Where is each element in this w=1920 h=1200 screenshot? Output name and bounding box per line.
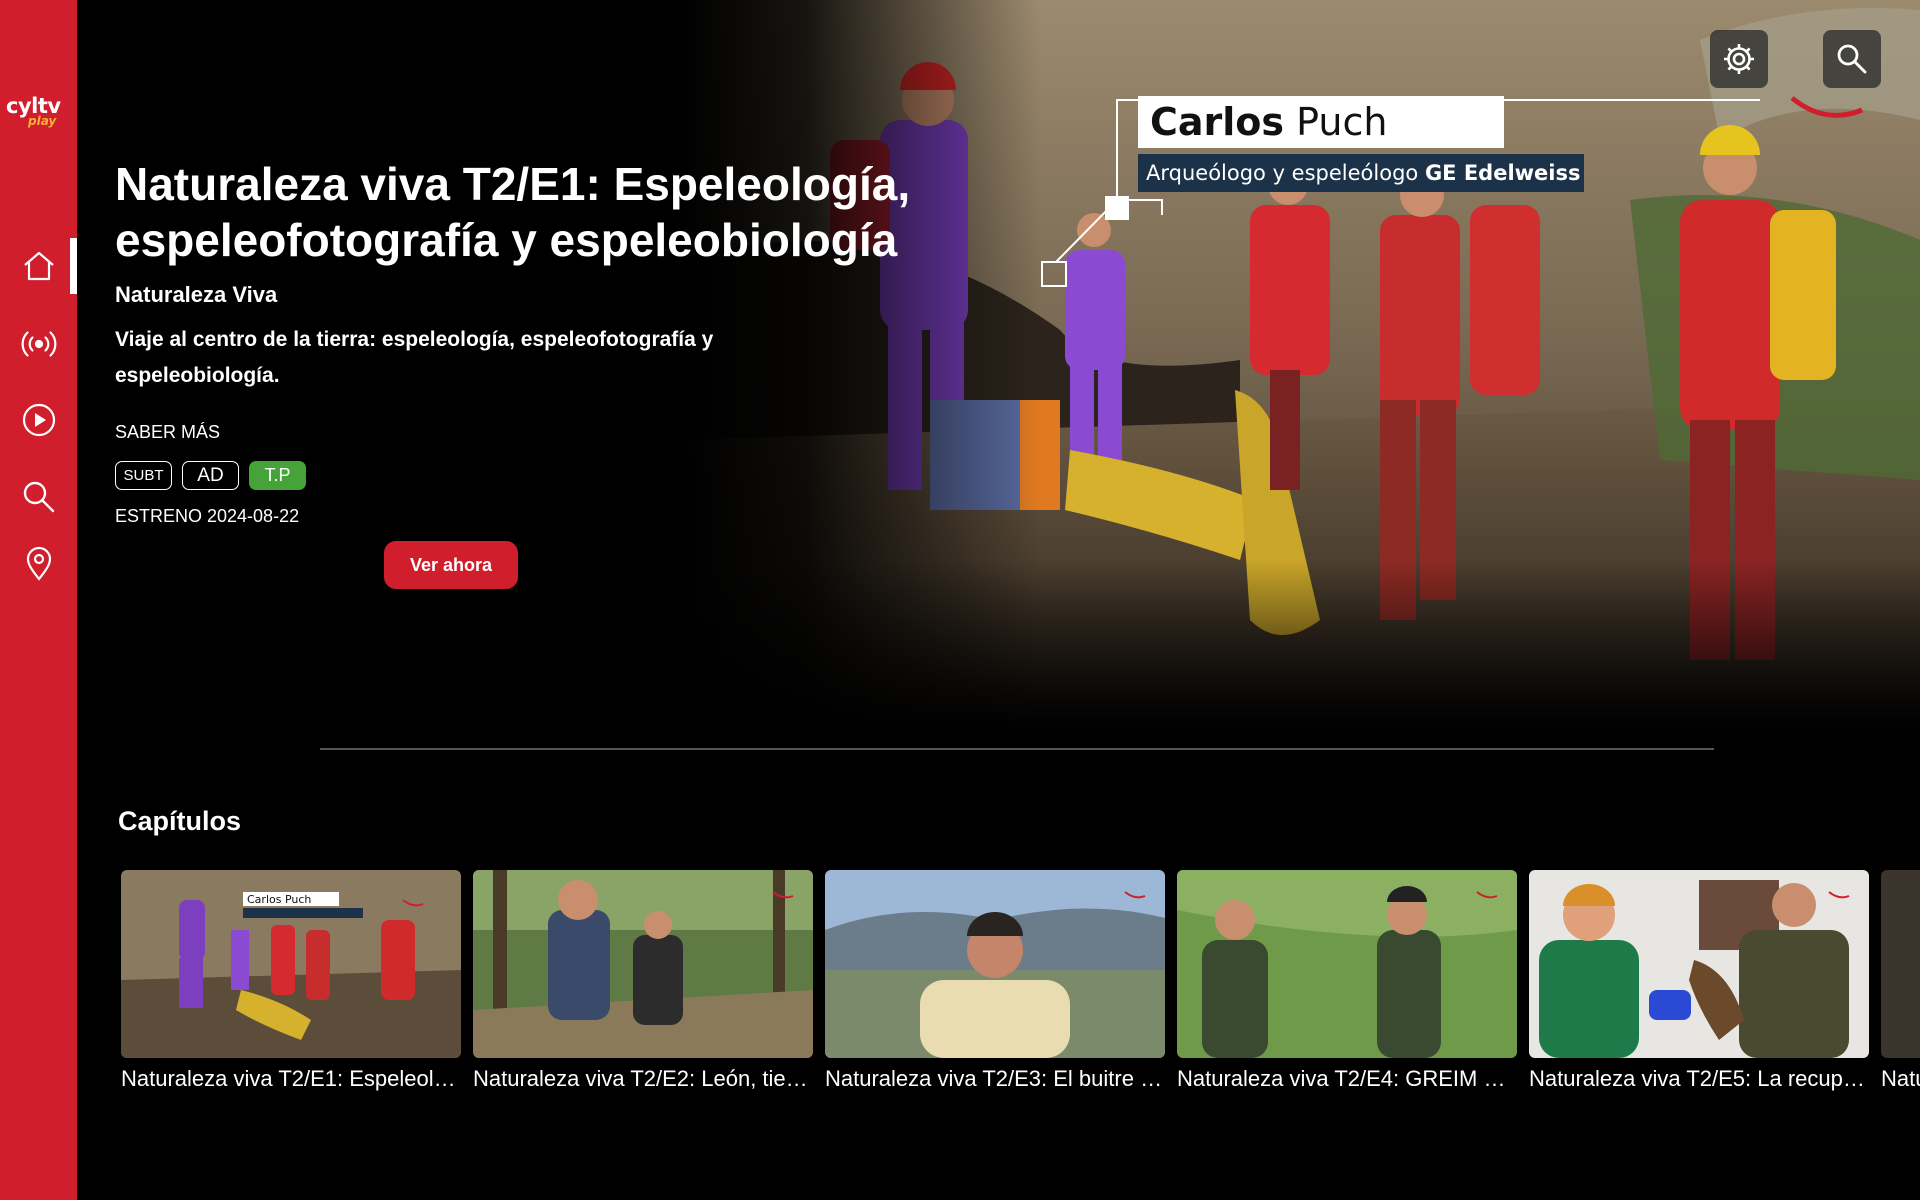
- lower-third-name: Carlos Puch: [1138, 96, 1504, 148]
- sidebar-item-home[interactable]: [0, 237, 77, 295]
- chapter-card[interactable]: Naturaleza viva T2/E4: GREIM de la Guard…: [1177, 870, 1517, 1092]
- chapter-card[interactable]: Naturaleza viva T2/E3: El buitre negro: [825, 870, 1165, 1092]
- chapters-row: Carlos Puch Naturaleza viva T2/E1: Espel…: [121, 870, 1920, 1100]
- thumb-caption: Carlos Puch: [247, 893, 311, 906]
- search-icon: [23, 481, 54, 513]
- chapter-thumbnail: Carlos Puch: [121, 870, 461, 1058]
- ver-ahora-button[interactable]: Ver ahora: [384, 541, 518, 589]
- chapter-title: Naturaleza viva T2/E4: GREIM de la Guard…: [1177, 1066, 1517, 1091]
- chapter-card[interactable]: Naturaleza viva T2/E2: León, tierra de m…: [473, 870, 813, 1092]
- chapter-title: Naturaleza viva T2/E2: León, tierra de m…: [473, 1066, 813, 1091]
- badges: SUBT AD T.P: [115, 461, 306, 490]
- chapter-card-partial[interactable]: Naturaleza viva T2/E1: Espeleología, esp…: [1881, 870, 1920, 1092]
- chapters-title: Capítulos: [118, 806, 242, 836]
- search-icon: [1837, 44, 1867, 74]
- hero-description: Viaje al centro de la tierra: espeleolog…: [115, 328, 714, 387]
- chapter-card[interactable]: Carlos Puch Naturaleza viva T2/E1: Espel…: [121, 870, 461, 1092]
- chapter-thumbnail: [1177, 870, 1517, 1058]
- sidebar: cyltv play: [0, 0, 77, 1200]
- hero-program-name: Naturaleza Viva: [115, 282, 278, 307]
- chapter-title: Naturaleza viva T2/E5: La recuperación d…: [1529, 1066, 1869, 1091]
- section-divider: [320, 748, 1714, 750]
- hero-fade-bottom: [680, 560, 1920, 730]
- chapter-thumbnail: [1529, 870, 1869, 1058]
- sidebar-item-search[interactable]: [0, 468, 77, 526]
- cyltv-play-logo[interactable]: cyltv play: [6, 96, 72, 136]
- search-button[interactable]: [1823, 30, 1881, 88]
- sidebar-item-play[interactable]: [0, 391, 77, 449]
- location-icon: [26, 546, 51, 581]
- chapter-thumbnail: [825, 870, 1165, 1058]
- sidebar-item-location[interactable]: [0, 535, 77, 593]
- subtitles-badge: SUBT: [115, 461, 172, 490]
- chapter-thumbnail: [473, 870, 813, 1058]
- lower-third-role: Arqueólogo y espeleólogo GE Edelweiss: [1138, 154, 1584, 192]
- audio-description-badge: AD: [182, 461, 239, 490]
- live-icon: [21, 331, 56, 357]
- logo-sub: play: [28, 114, 57, 128]
- gear-icon: [1724, 44, 1754, 74]
- saber-mas-link[interactable]: SABER MÁS: [115, 422, 220, 443]
- play-icon: [22, 403, 55, 437]
- chapter-card[interactable]: Naturaleza viva T2/E5: La recuperación d…: [1529, 870, 1869, 1092]
- hero-title: Naturaleza viva T2/E1: Espeleología, esp…: [115, 158, 911, 266]
- rating-badge: T.P: [249, 461, 306, 490]
- premiere-date: ESTRENO 2024-08-22: [115, 506, 300, 526]
- chapter-title: Naturaleza viva T2/E3: El buitre negro: [825, 1066, 1165, 1091]
- sidebar-item-live[interactable]: [0, 315, 77, 373]
- chapter-title: Naturaleza viva T2/E1: Espeleología, esp…: [1881, 1066, 1920, 1091]
- settings-button[interactable]: [1710, 30, 1768, 88]
- chapter-title: Naturaleza viva T2/E1: Espeleología, esp…: [121, 1066, 461, 1091]
- home-icon: [23, 251, 54, 281]
- chapter-thumbnail: [1881, 870, 1920, 1058]
